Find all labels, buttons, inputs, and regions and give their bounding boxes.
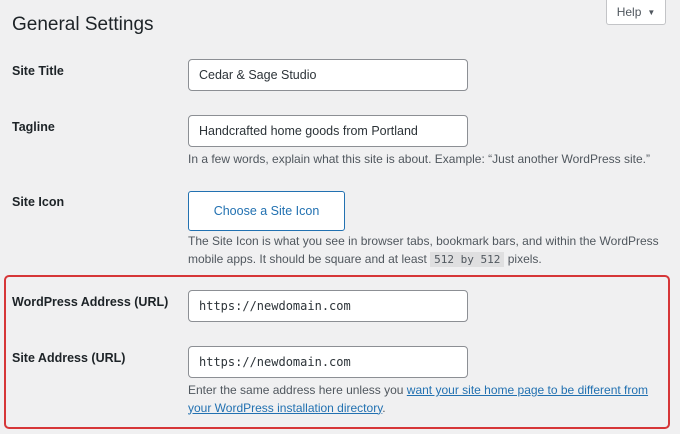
tagline-label: Tagline — [12, 120, 55, 134]
site-icon-description-end: pixels. — [504, 251, 542, 266]
site-icon-description: The Site Icon is what you see in browser… — [188, 233, 668, 268]
site-icon-description-text: The Site Icon is what you see in browser… — [188, 234, 659, 266]
tagline-description: In a few words, explain what this site i… — [188, 152, 650, 166]
site-address-label: Site Address (URL) — [12, 351, 126, 365]
page-title: General Settings — [12, 14, 154, 35]
tagline-input[interactable] — [188, 115, 468, 147]
site-title-label: Site Title — [12, 64, 64, 78]
site-title-input[interactable] — [188, 59, 468, 91]
site-address-description-end: . — [382, 400, 386, 415]
site-address-description-text: Enter the same address here unless you — [188, 383, 407, 397]
wordpress-address-label: WordPress Address (URL) — [12, 295, 169, 309]
caret-down-icon: ▼ — [647, 7, 656, 17]
choose-site-icon-button[interactable]: Choose a Site Icon — [188, 191, 345, 231]
help-button-label: Help — [616, 5, 642, 19]
site-icon-label: Site Icon — [12, 195, 65, 209]
site-address-description: Enter the same address here unless you w… — [188, 382, 668, 417]
wordpress-address-input[interactable] — [188, 290, 468, 322]
help-button[interactable]: Help ▼ — [606, 0, 666, 25]
site-address-input[interactable] — [188, 346, 468, 378]
icon-size-code: 512 by 512 — [430, 251, 505, 267]
